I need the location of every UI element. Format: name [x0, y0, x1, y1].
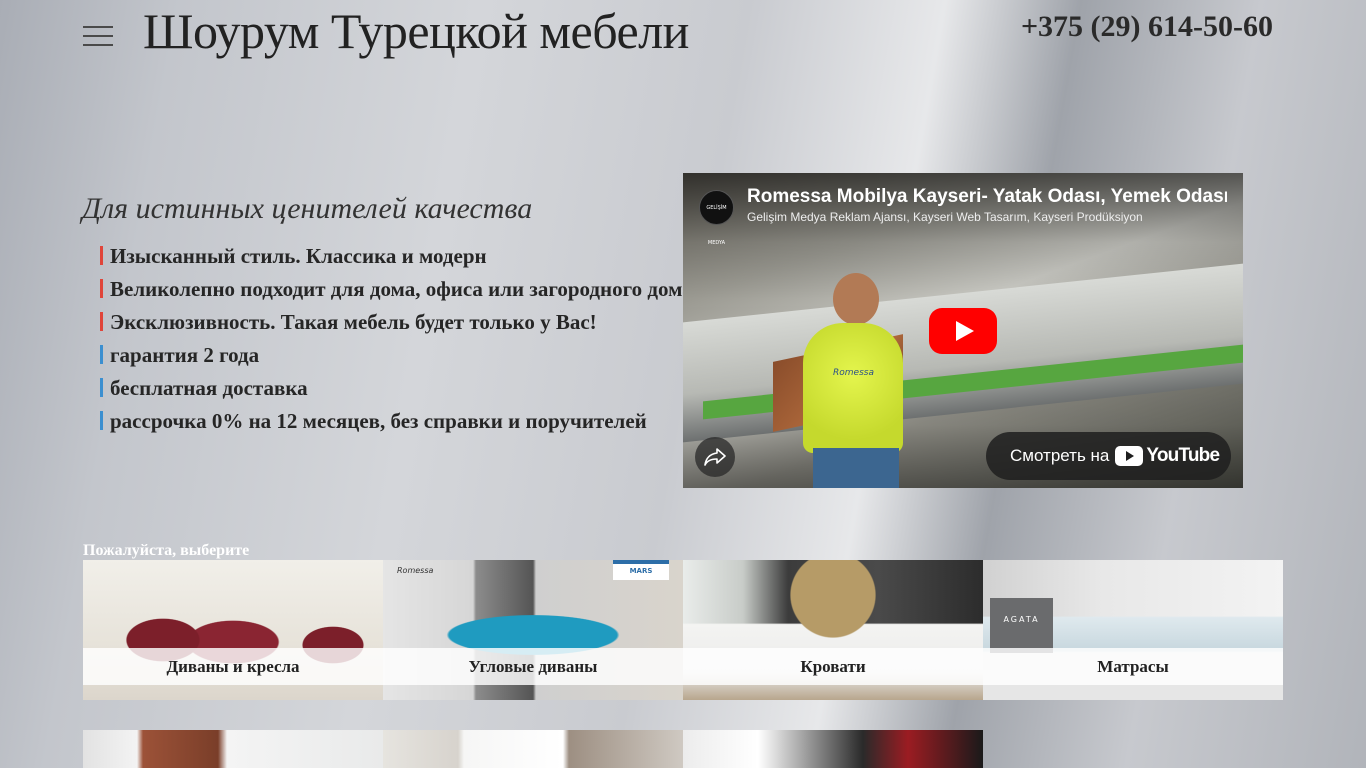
feature-item: Великолепно подходит для дома, офиса или…	[100, 273, 693, 306]
feature-text: бесплатная доставка	[110, 376, 308, 400]
feature-list: Изысканный стиль. Классика и модерн Вели…	[100, 240, 693, 438]
watch-on-label: Смотреть на	[1010, 446, 1110, 465]
category-card-beds[interactable]: Кровати	[683, 560, 983, 700]
menu-line	[83, 44, 113, 46]
channel-avatar-text: GELİŞİM MEDYA	[706, 205, 727, 246]
youtube-video-embed[interactable]: Romessa GELİŞİM MEDYA Romessa Mobilya Ka…	[683, 173, 1243, 488]
feature-text: Эксклюзивность. Такая мебель будет тольк…	[110, 310, 597, 334]
play-button[interactable]	[929, 308, 997, 354]
category-grid: Диваны и кресла Romessa MARS Угловые див…	[83, 560, 1283, 768]
category-card-sofas[interactable]: Диваны и кресла	[83, 560, 383, 700]
video-thumbnail-worker-legs	[813, 448, 899, 488]
catalog-prompt: Пожалуйста, выберите	[83, 542, 250, 559]
category-card-wardrobes[interactable]	[83, 730, 383, 768]
feature-text: гарантия 2 года	[110, 343, 260, 367]
category-label: Угловые диваны	[383, 648, 683, 685]
brand-logo: AGATA	[990, 598, 1053, 653]
feature-item: рассрочка 0% на 12 месяцев, без справки …	[100, 405, 693, 438]
category-label: Диваны и кресла	[83, 648, 383, 685]
category-label: Кровати	[683, 648, 983, 685]
phone-link[interactable]: +375 (29) 614-50-60	[1021, 10, 1273, 44]
worker-shirt-logo: Romessa	[833, 368, 874, 378]
video-channel-name[interactable]: Gelişim Medya Reklam Ajansı, Kayseri Web…	[747, 210, 1143, 224]
share-icon	[704, 448, 726, 466]
feature-item: Изысканный стиль. Классика и модерн	[100, 240, 693, 273]
product-tag: MARS	[613, 560, 669, 580]
feature-text: Изысканный стиль. Классика и модерн	[110, 244, 487, 268]
share-button[interactable]	[695, 437, 735, 477]
video-thumbnail-worker: Romessa	[803, 323, 903, 453]
feature-marker	[100, 279, 103, 298]
channel-avatar[interactable]: GELİŞİM MEDYA	[699, 190, 734, 246]
category-card-chairs[interactable]	[683, 730, 983, 768]
menu-line	[83, 35, 113, 37]
watch-on-youtube-button[interactable]: Смотреть на YouTube	[986, 432, 1231, 480]
hamburger-menu-icon[interactable]	[83, 26, 113, 46]
category-card-kids[interactable]	[383, 730, 683, 768]
feature-text: рассрочка 0% на 12 месяцев, без справки …	[110, 409, 647, 433]
feature-text: Великолепно подходит для дома, офиса или…	[110, 277, 693, 301]
youtube-play-glyph	[1115, 446, 1144, 466]
category-label: Матрасы	[983, 648, 1283, 685]
category-card-corner-sofas[interactable]: Romessa MARS Угловые диваны	[383, 560, 683, 700]
youtube-logo-icon: YouTube	[1115, 445, 1220, 467]
video-title[interactable]: Romessa Mobilya Kayseri- Yatak Odası, Ye…	[747, 186, 1227, 208]
feature-marker	[100, 411, 103, 430]
category-card-mattresses[interactable]: AGATA Матрасы	[983, 560, 1283, 700]
youtube-wordmark: YouTube	[1146, 445, 1220, 466]
feature-item: Эксклюзивность. Такая мебель будет тольк…	[100, 306, 693, 339]
brand-logo: Romessa	[397, 566, 434, 575]
hero-tagline: Для истинных ценителей качества	[82, 192, 533, 225]
feature-marker	[100, 378, 103, 397]
feature-marker	[100, 312, 103, 331]
category-row	[83, 730, 1283, 768]
category-row: Диваны и кресла Romessa MARS Угловые див…	[83, 560, 1283, 700]
site-title: Шоурум Турецкой мебели	[143, 3, 689, 59]
feature-item: гарантия 2 года	[100, 339, 693, 372]
feature-marker	[100, 246, 103, 265]
feature-marker	[100, 345, 103, 364]
menu-line	[83, 26, 113, 28]
feature-item: бесплатная доставка	[100, 372, 693, 405]
video-thumbnail-worker-head	[833, 273, 879, 325]
